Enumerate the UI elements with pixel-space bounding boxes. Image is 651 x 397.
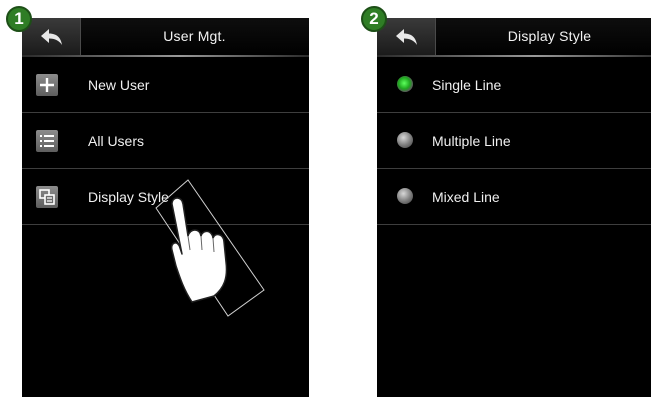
page-title: Display Style <box>507 28 592 44</box>
display-style-screen: Display Style Single Line Multiple Line … <box>377 18 651 397</box>
display-style-icon <box>36 186 58 208</box>
menu-item-label: New User <box>88 76 150 93</box>
option-label: Multiple Line <box>432 132 511 149</box>
plus-icon <box>36 74 58 96</box>
header: User Mgt. <box>22 18 309 57</box>
menu-item-new-user[interactable]: New User <box>22 57 309 113</box>
option-mixed-line[interactable]: Mixed Line <box>377 169 651 225</box>
list-icon <box>36 130 58 152</box>
tap-hand-icon <box>155 179 265 317</box>
option-single-line[interactable]: Single Line <box>377 57 651 113</box>
option-label: Mixed Line <box>432 188 500 205</box>
back-arrow-icon <box>41 29 62 45</box>
step-badge-2: 2 <box>361 6 387 32</box>
step-badge-1: 1 <box>6 6 32 32</box>
radio-unselected-icon[interactable] <box>397 188 413 204</box>
option-label: Single Line <box>432 76 502 93</box>
radio-selected-icon[interactable] <box>397 76 413 92</box>
option-multiple-line[interactable]: Multiple Line <box>377 113 651 169</box>
page-title: User Mgt. <box>163 28 226 44</box>
menu-item-all-users[interactable]: All Users <box>22 113 309 169</box>
radio-unselected-icon[interactable] <box>397 132 413 148</box>
menu-item-label: All Users <box>88 132 145 149</box>
header: Display Style <box>377 18 651 57</box>
back-arrow-icon <box>396 29 417 45</box>
